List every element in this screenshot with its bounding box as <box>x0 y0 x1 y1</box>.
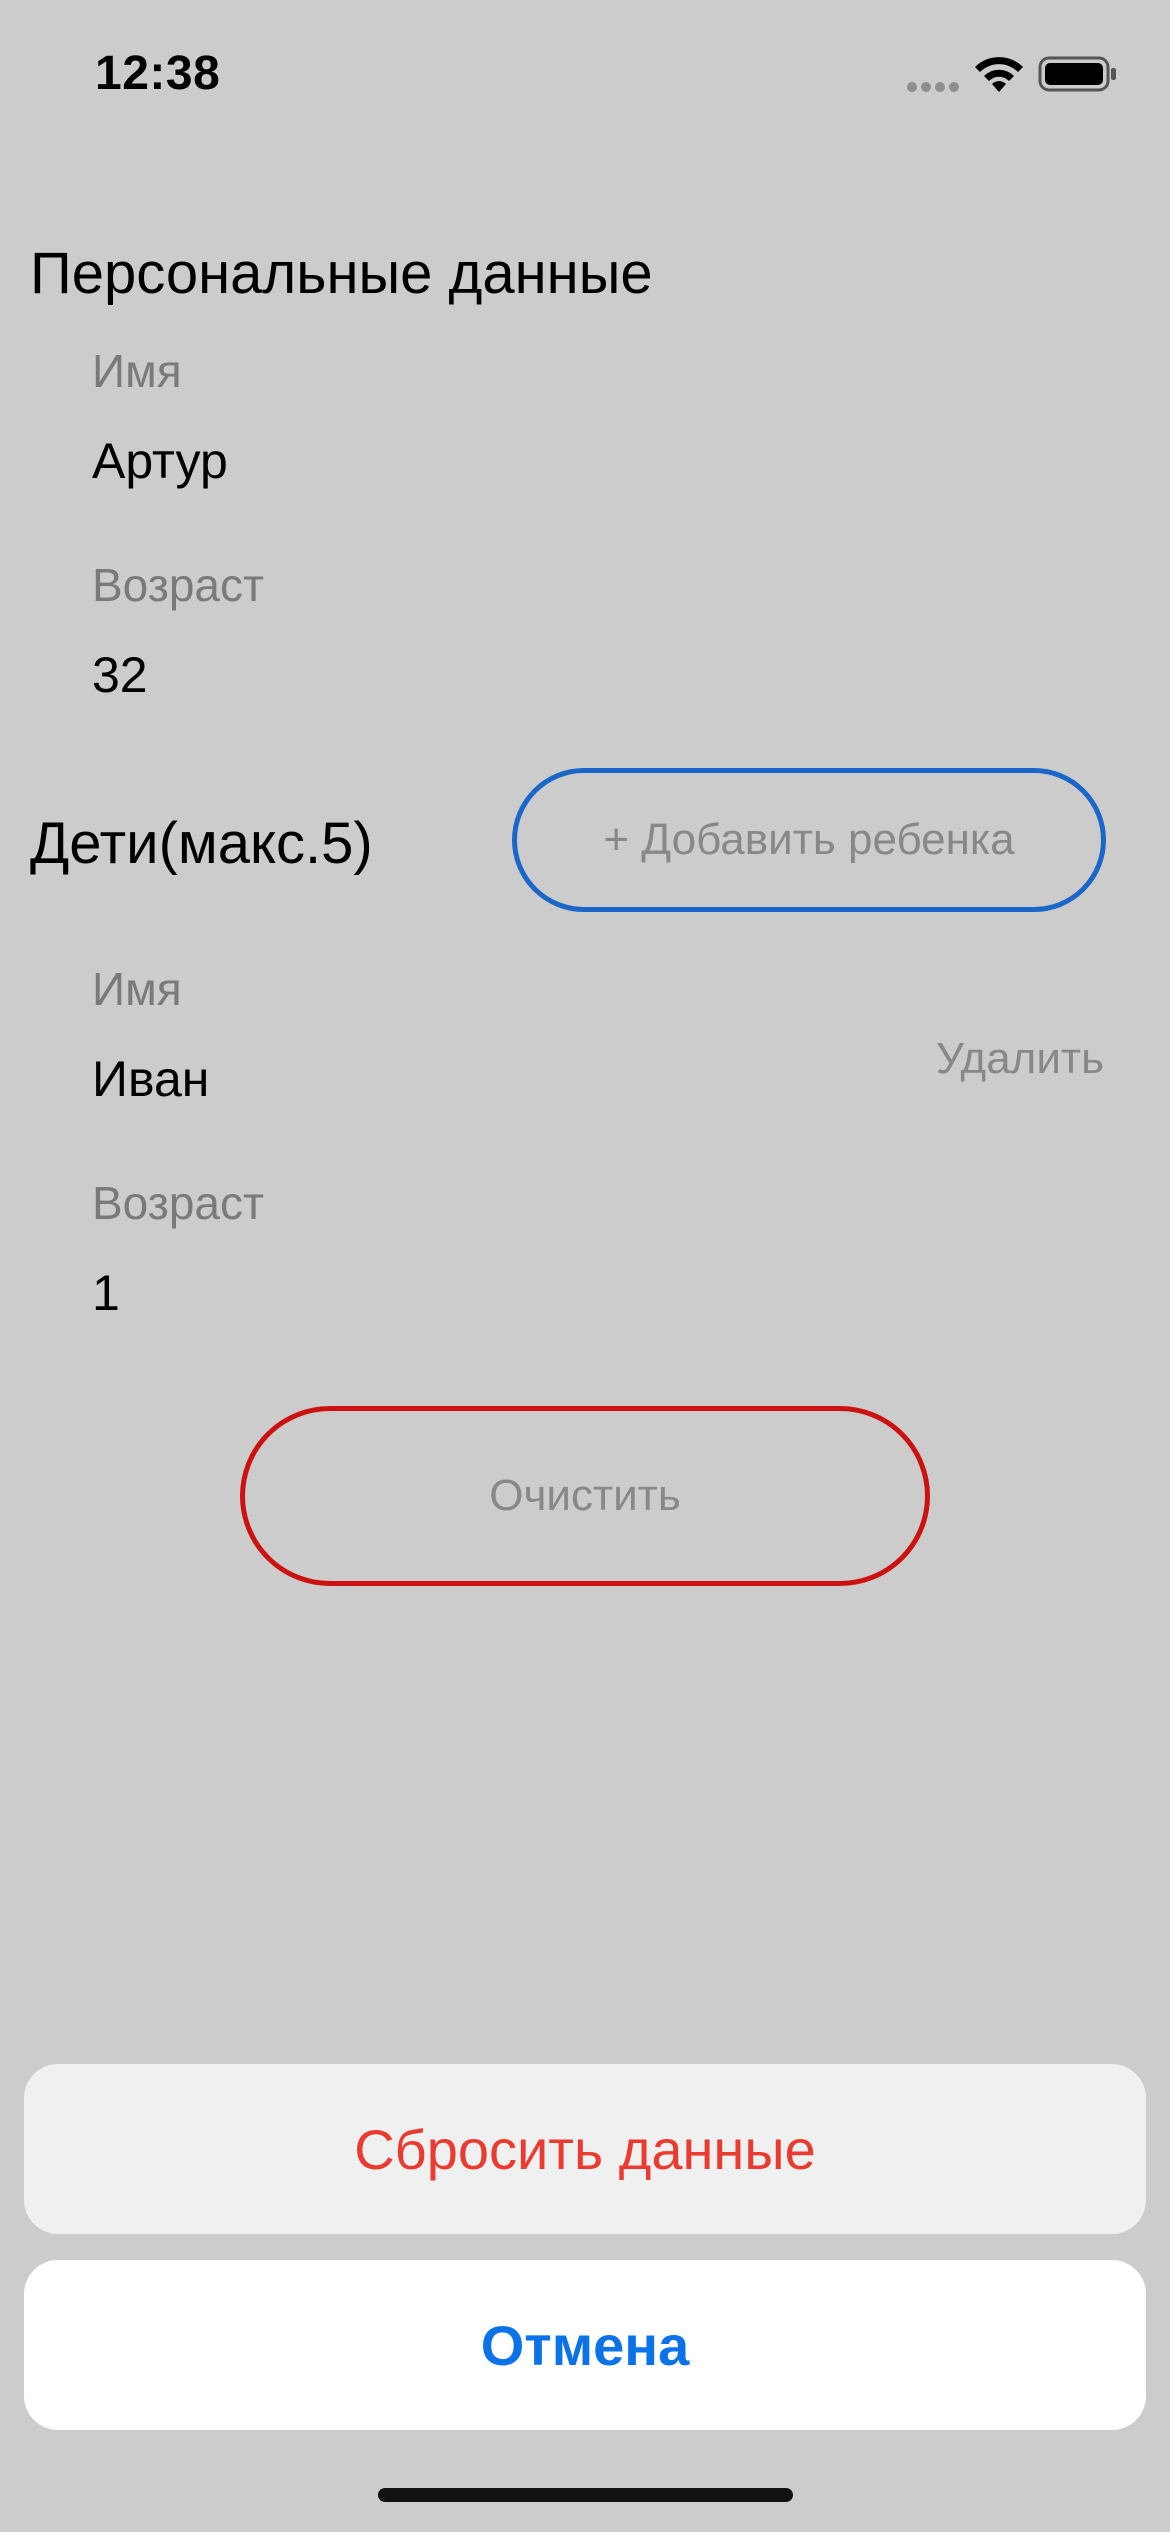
child-name-label: Имя <box>92 963 182 1015</box>
reset-data-button[interactable]: Сбросить данные <box>24 2064 1146 2234</box>
clear-button[interactable]: Очистить <box>240 1406 930 1586</box>
child-age-label: Возраст <box>92 1177 265 1229</box>
personal-age-label: Возраст <box>92 559 265 611</box>
delete-child-button[interactable]: Удалить <box>936 1034 1104 1084</box>
personal-section-title: Персональные данные <box>30 241 653 306</box>
clear-button-label: Очистить <box>489 1471 681 1520</box>
children-section-title: Дети(макс.5) <box>30 811 373 876</box>
add-child-button-label: + Добавить ребенка <box>603 815 1015 864</box>
status-bar: 12:38 <box>0 0 1170 150</box>
add-child-button[interactable]: + Добавить ребенка <box>512 768 1106 912</box>
child-name-field[interactable]: Иван <box>92 1050 209 1108</box>
battery-icon <box>1038 56 1118 97</box>
personal-age-field[interactable]: 32 <box>92 646 148 704</box>
child-age-field[interactable]: 1 <box>92 1264 120 1322</box>
personal-name-label: Имя <box>92 345 182 397</box>
wifi-icon <box>972 52 1026 99</box>
cancel-button-label: Отмена <box>480 2313 690 2377</box>
home-indicator <box>378 2488 793 2502</box>
personal-name-field[interactable]: Артур <box>92 432 228 490</box>
cellular-signal-icon <box>906 80 960 98</box>
status-time: 12:38 <box>95 47 221 100</box>
reset-data-button-label: Сбросить данные <box>354 2117 816 2181</box>
cancel-button[interactable]: Отмена <box>24 2260 1146 2430</box>
